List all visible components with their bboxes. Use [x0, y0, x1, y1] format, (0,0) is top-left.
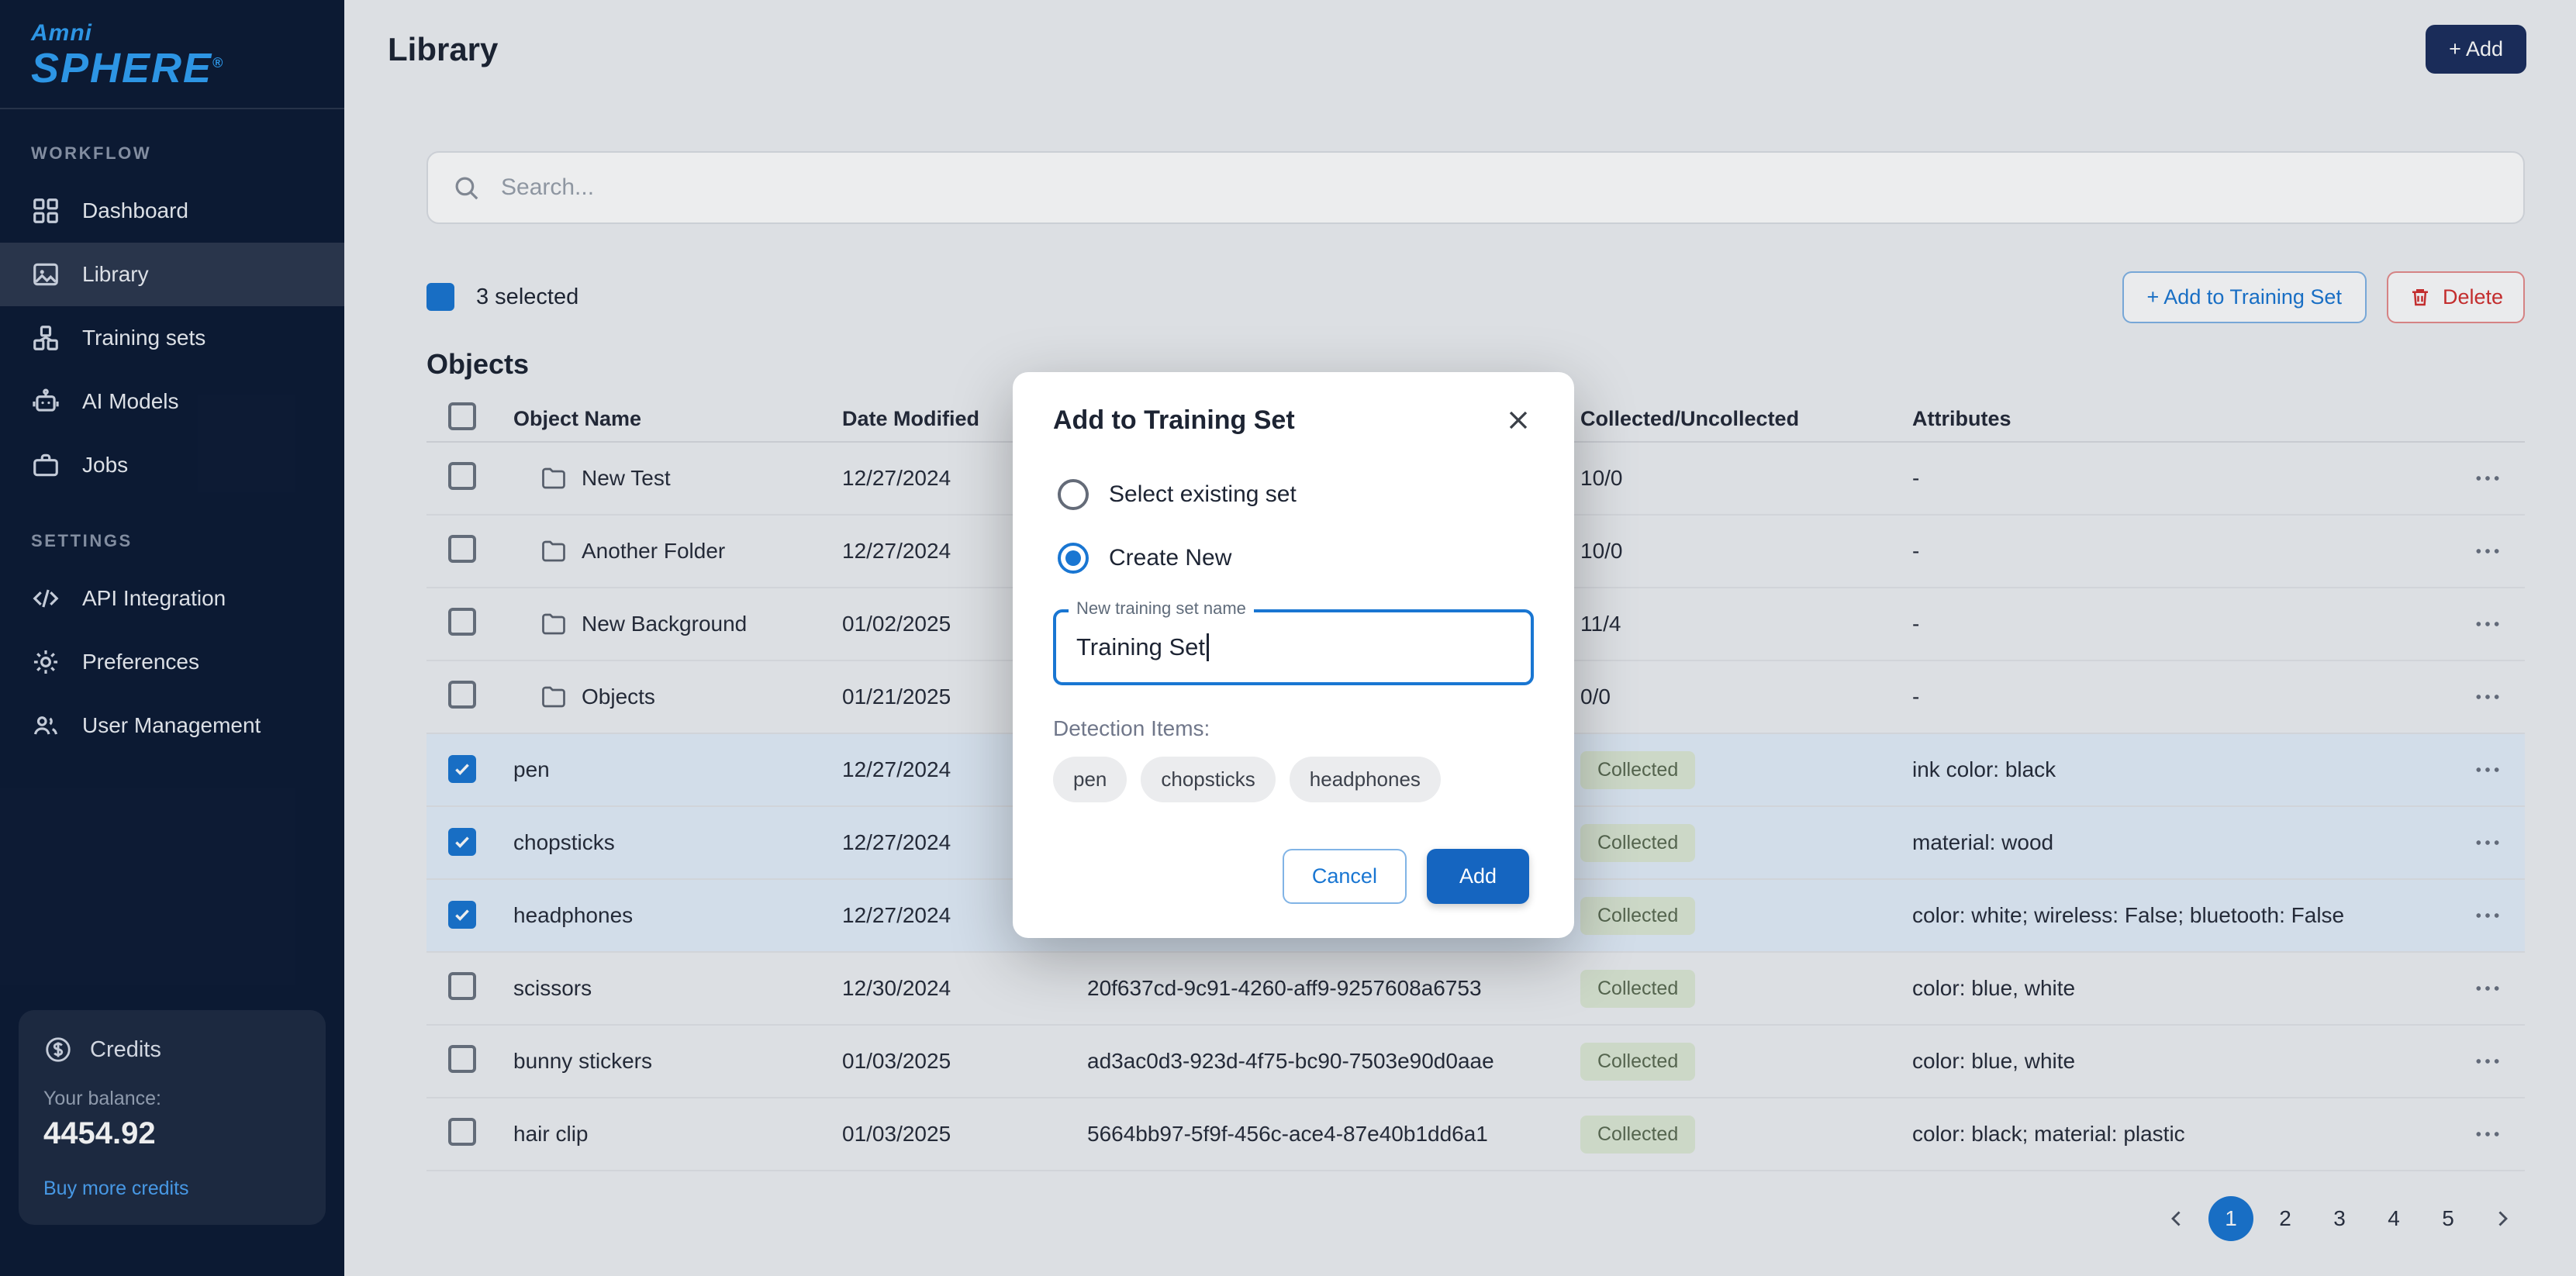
detection-items-chips: pen chopsticks headphones [1053, 757, 1534, 802]
radio-select-existing-set[interactable]: Select existing set [1053, 479, 1534, 510]
radio-create-new[interactable]: Create New [1053, 543, 1534, 574]
training-set-name-value: Training Set [1076, 633, 1205, 661]
radio-unselected-icon [1058, 479, 1089, 510]
add-to-training-set-dialog: Add to Training Set Select existing set … [1013, 372, 1574, 938]
app-root: Amni SPHERE® WORKFLOWDashboardLibraryTra… [0, 0, 2576, 1276]
detection-chip: pen [1053, 757, 1127, 802]
radio-create-new-label: Create New [1109, 545, 1231, 571]
text-caret [1207, 633, 1209, 661]
radio-existing-label: Select existing set [1109, 481, 1297, 508]
close-icon[interactable] [1503, 405, 1534, 436]
cancel-button[interactable]: Cancel [1283, 849, 1407, 904]
training-set-name-label: New training set name [1069, 598, 1254, 619]
radio-selected-icon [1058, 543, 1089, 574]
training-set-name-input[interactable]: Training Set [1053, 609, 1534, 685]
dialog-title: Add to Training Set [1053, 405, 1295, 436]
dialog-header: Add to Training Set [1053, 405, 1534, 436]
detection-chip: chopsticks [1141, 757, 1275, 802]
training-set-name-field-wrap: New training set name Training Set [1053, 609, 1534, 685]
detection-chip: headphones [1290, 757, 1441, 802]
dialog-add-button[interactable]: Add [1427, 849, 1529, 904]
dialog-actions: Cancel Add [1053, 849, 1534, 904]
detection-items-label: Detection Items: [1053, 716, 1534, 741]
